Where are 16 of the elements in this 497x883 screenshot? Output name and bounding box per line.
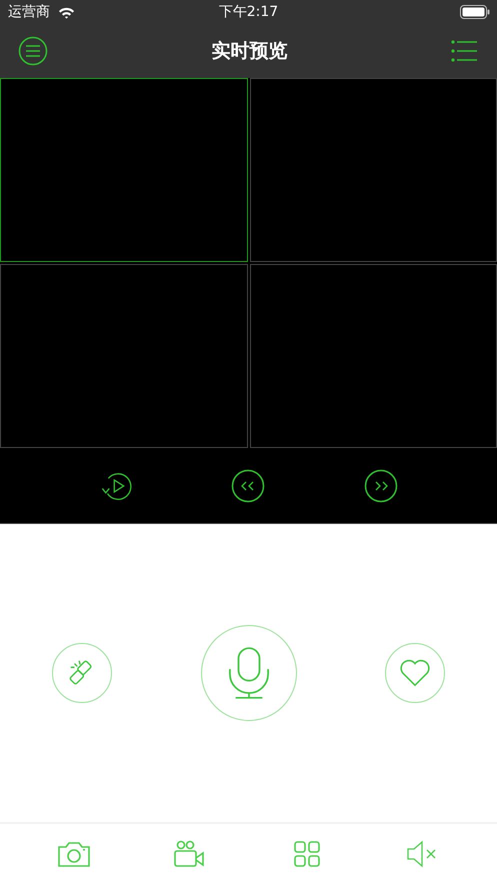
next-icon[interactable] [364, 468, 398, 502]
menu-icon[interactable] [18, 36, 48, 66]
battery-icon [460, 5, 490, 19]
video-tile[interactable] [250, 78, 497, 262]
video-tile[interactable] [250, 264, 497, 448]
screen-title: 实时预览 [212, 39, 288, 64]
wifi-icon [58, 6, 75, 18]
camera-icon[interactable] [57, 840, 92, 868]
carrier-name: 运营商 [8, 3, 50, 21]
list-icon[interactable] [451, 39, 479, 63]
clock-time: 下午2:17 [218, 3, 278, 21]
microphone-icon [228, 646, 270, 700]
previous-icon[interactable] [231, 468, 266, 502]
heart-icon [399, 658, 431, 688]
video-tile[interactable] [0, 264, 248, 448]
video-tile[interactable] [0, 78, 248, 262]
